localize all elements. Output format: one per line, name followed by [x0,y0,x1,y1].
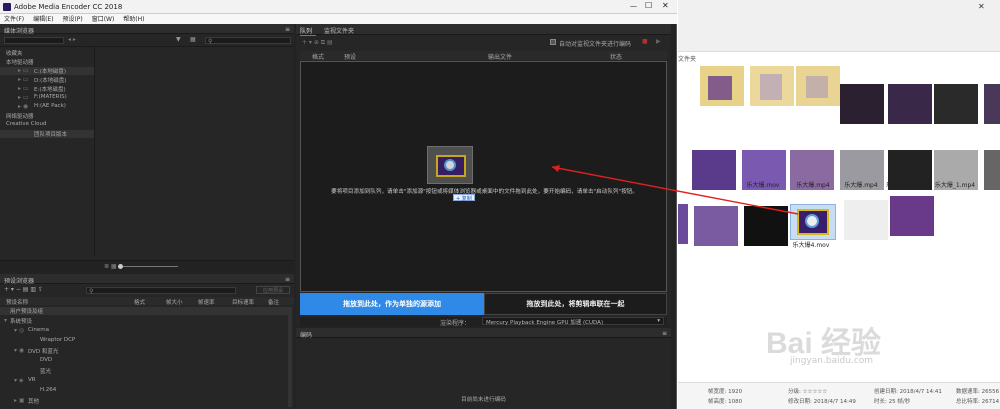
arrow-line [551,166,799,215]
watermark-url: jingyan.baidu.com [790,356,874,366]
arrow-head [552,165,560,172]
